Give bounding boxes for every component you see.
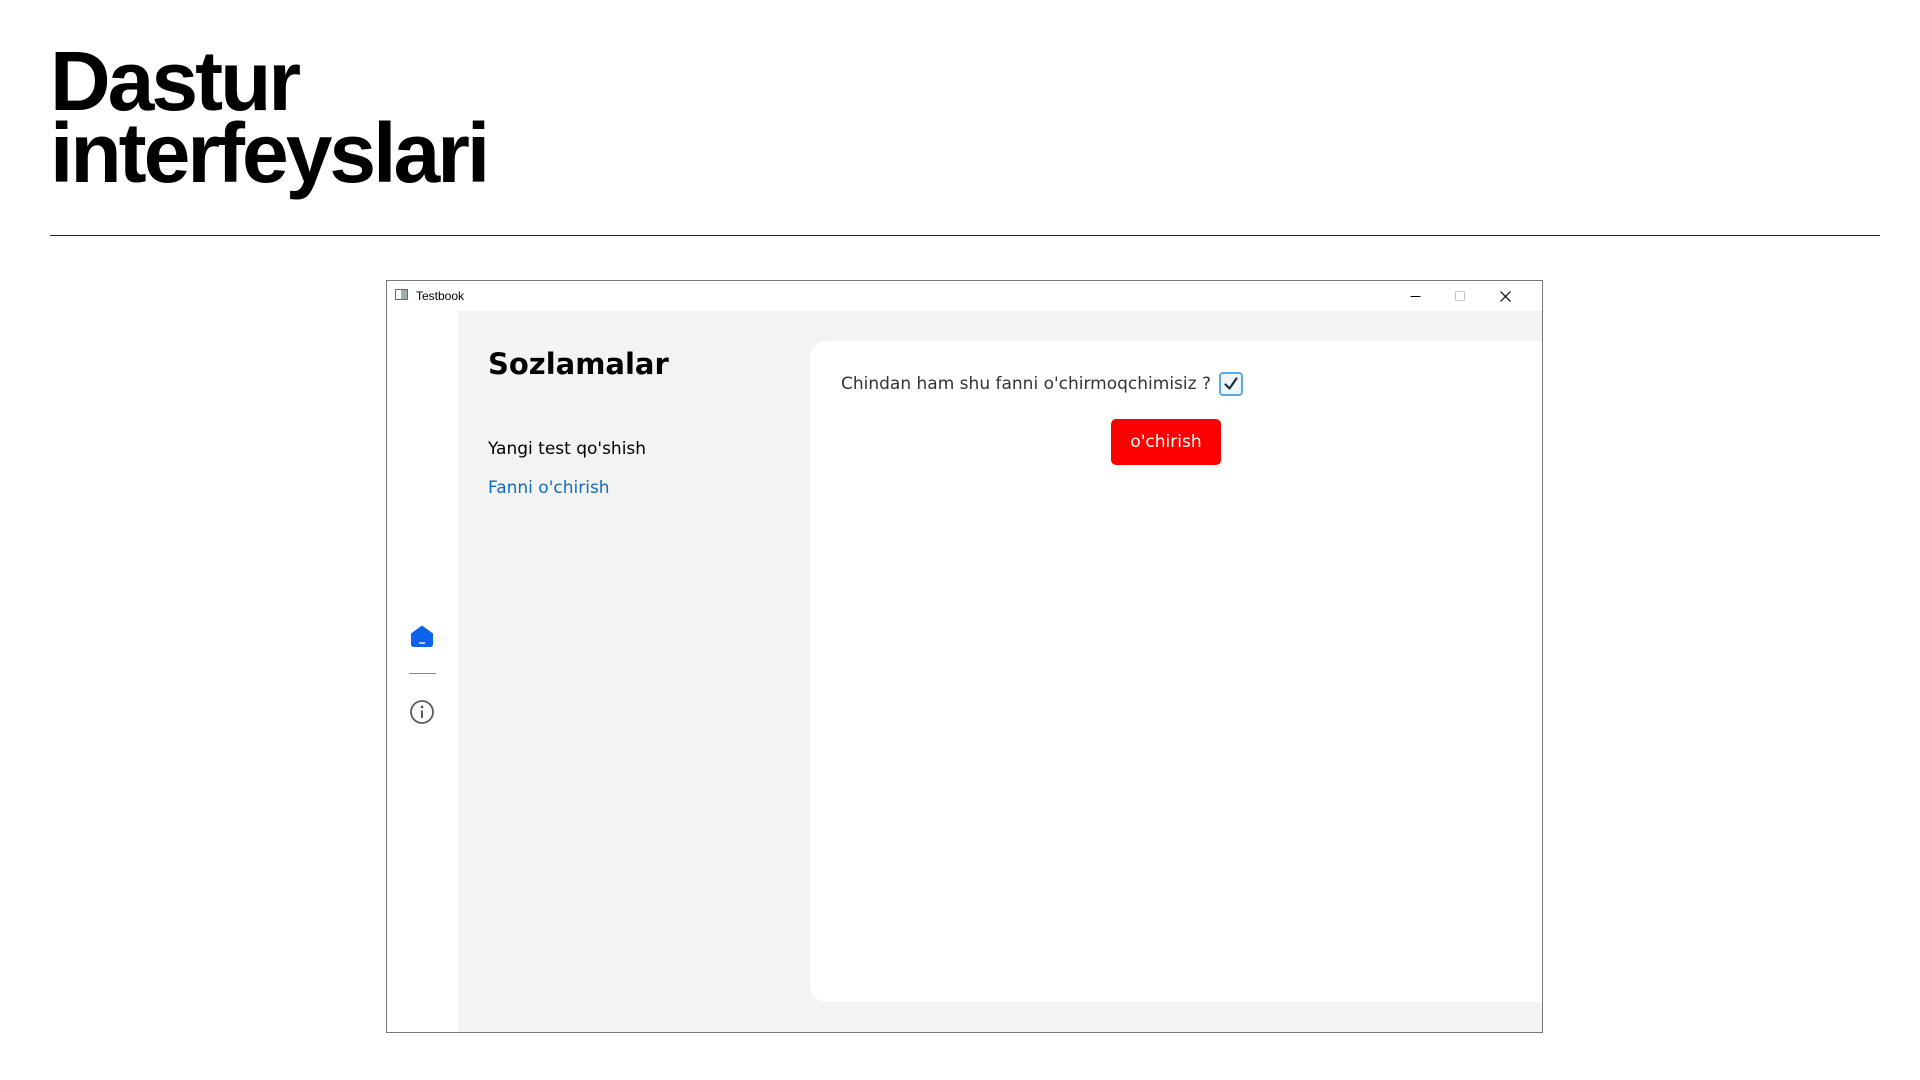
slide-title-line2: interfeyslari — [50, 106, 490, 200]
window-title: Testbook — [416, 289, 465, 303]
rail-item-info[interactable] — [409, 699, 435, 725]
content-card: Chindan ham shu fanni o'chirmoqchimisiz … — [810, 341, 1542, 1002]
home-icon — [411, 625, 433, 647]
nav-item-add-test[interactable]: Yangi test qo'shish — [488, 438, 646, 460]
delete-button[interactable]: o'chirish — [1111, 419, 1221, 465]
rail-divider — [409, 673, 436, 674]
maximize-icon — [1455, 291, 1465, 301]
window-titlebar[interactable]: Testbook — [387, 281, 1542, 311]
checkmark-icon — [1224, 377, 1238, 390]
slide: Dastur interfeyslari Testbook Sozlamalar… — [0, 0, 1920, 1080]
minimize-icon — [1410, 296, 1421, 297]
nav-rail — [387, 311, 458, 1032]
app-icon — [395, 289, 408, 300]
info-icon — [410, 700, 434, 724]
confirm-row: Chindan ham shu fanni o'chirmoqchimisiz … — [841, 370, 1243, 398]
nav-item-delete-subject[interactable]: Fanni o'chirish — [488, 477, 610, 499]
minimize-button[interactable] — [1393, 281, 1438, 311]
confirm-question: Chindan ham shu fanni o'chirmoqchimisiz … — [841, 374, 1211, 394]
slide-title: Dastur interfeyslari — [50, 39, 950, 200]
title-divider — [50, 235, 1880, 236]
rail-item-home[interactable] — [409, 624, 435, 648]
close-button[interactable] — [1483, 281, 1528, 311]
settings-pane: Sozlamalar Yangi test qo'shish Fanni o'c… — [458, 311, 1542, 1032]
maximize-button[interactable] — [1438, 281, 1483, 311]
close-icon — [1500, 291, 1511, 302]
confirm-checkbox[interactable] — [1219, 372, 1243, 396]
settings-title: Sozlamalar — [488, 347, 669, 381]
window-client: Sozlamalar Yangi test qo'shish Fanni o'c… — [387, 311, 1542, 1032]
app-window: Testbook Sozlamalar Yangi test qo'shish … — [386, 280, 1543, 1033]
